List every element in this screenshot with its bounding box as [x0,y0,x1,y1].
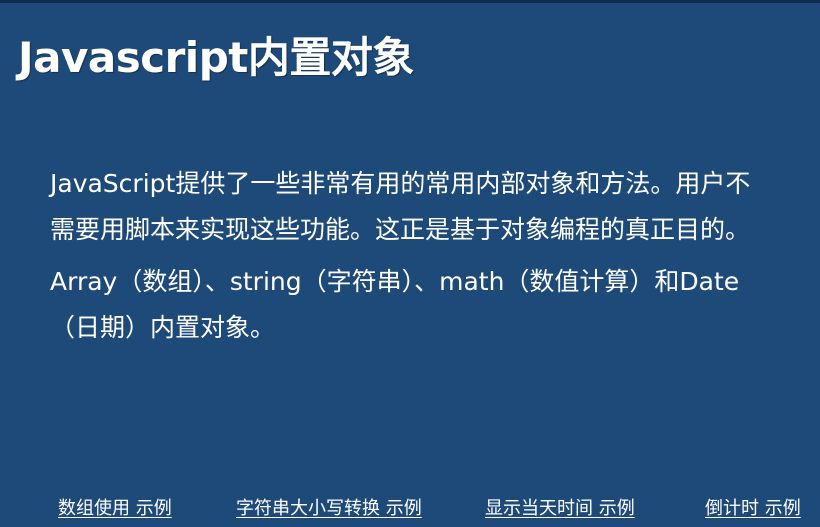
array-example-link[interactable]: 数组使用 示例 [58,497,172,521]
current-time-example-link[interactable]: 显示当天时间 示例 [485,497,635,521]
slide: Javascript内置对象 JavaScript提供了一些非常有用的常用内部对… [0,0,820,527]
example-links-bar: 数组使用 示例 字符串大小写转换 示例 显示当天时间 示例 倒计时 示例 [0,497,820,527]
slide-body: JavaScript提供了一些非常有用的常用内部对象和方法。用户不需要用脚本来实… [50,161,790,351]
builtin-objects-paragraph: Array（数组）、string（字符串）、math（数值计算）和Date（日期… [50,267,740,342]
intro-paragraph: JavaScript提供了一些非常有用的常用内部对象和方法。用户不需要用脚本来实… [50,169,751,244]
string-case-example-link[interactable]: 字符串大小写转换 示例 [236,497,422,521]
countdown-example-link[interactable]: 倒计时 示例 [705,497,801,521]
slide-title: Javascript内置对象 [18,33,414,82]
